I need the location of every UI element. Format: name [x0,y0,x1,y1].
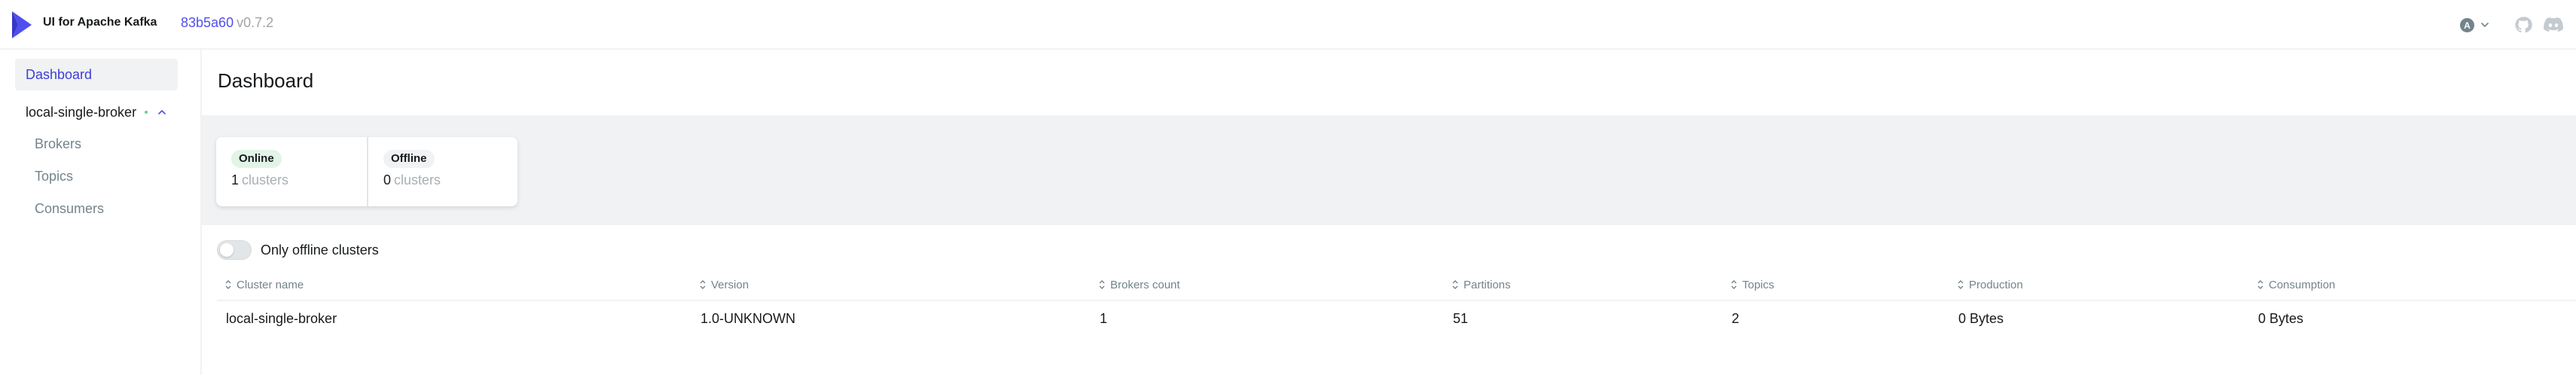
column-header-label: Cluster name [237,278,304,291]
commit-link[interactable]: 83b5a60 [181,15,233,30]
column-header-label: Consumption [2269,278,2336,291]
metrics-box: Online 1 clusters Offline 0 clusters [216,137,517,206]
sort-icon [1452,280,1458,289]
cell-partitions: 51 [1453,310,1469,326]
column-header-label: Production [1969,278,2023,291]
chevron-up-icon[interactable] [157,107,167,117]
cell-production: 0 Bytes [1958,310,2004,326]
offline-value: 0 [383,172,392,188]
version-label: v0.7.2 [237,15,274,30]
column-header-production[interactable]: Production [1957,270,2023,300]
column-header-label: Topics [1742,278,1775,291]
chevron-down-icon[interactable] [2480,20,2490,30]
cell-consumption: 0 Bytes [2258,310,2304,326]
top-navbar: UI for Apache Kafka 83b5a60 v0.7.2 A [0,0,2576,50]
app-title[interactable]: UI for Apache Kafka [43,16,157,29]
online-badge: Online [231,150,282,168]
sort-icon [1958,280,1964,289]
column-header-topics[interactable]: Topics [1730,270,1775,300]
version-info: 83b5a60 v0.7.2 [181,15,273,31]
kafka-logo-icon [12,11,32,38]
sidebar-item-cluster[interactable]: local-single-broker [15,96,178,128]
sort-icon [1099,280,1105,289]
cell-topics: 2 [1732,310,1740,326]
page-title: Dashboard [218,69,314,92]
sidebar-item-dashboard[interactable]: Dashboard [15,59,178,90]
metrics-band: Online 1 clusters Offline 0 clusters [202,115,2576,225]
offline-toggle-row: Only offline clusters [217,239,379,261]
column-header-consumption[interactable]: Consumption [2257,270,2335,300]
online-value: 1 [231,172,240,188]
online-unit: clusters [242,172,289,188]
column-header-partitions[interactable]: Partitions [1451,270,1511,300]
column-header-cluster-name[interactable]: Cluster name [224,270,304,300]
sort-icon [1731,280,1737,289]
toggle-knob [220,243,233,257]
offline-clusters-toggle[interactable] [217,240,252,260]
sidebar: Dashboard local-single-broker Brokers To… [0,50,202,375]
cluster-name: local-single-broker [26,104,137,120]
app-logo-link[interactable] [11,10,35,40]
user-avatar[interactable]: A [2460,18,2474,32]
sort-icon [2257,280,2263,289]
online-count: 1 clusters [231,172,367,188]
cell-brokers-count: 1 [1100,310,1108,326]
cell-cluster-name[interactable]: local-single-broker [226,301,337,336]
sidebar-item-consumers[interactable]: Consumers [35,201,104,217]
sort-icon [225,280,231,289]
column-header-label: Version [711,278,749,291]
table-row[interactable]: local-single-broker 1.0-UNKNOWN 1 51 2 0… [217,301,2576,336]
offline-badge: Offline [383,150,435,168]
sidebar-item-topics[interactable]: Topics [35,169,73,184]
column-header-label: Partitions [1463,278,1511,291]
sidebar-item-brokers[interactable]: Brokers [35,136,81,152]
github-icon[interactable] [2514,16,2532,34]
offline-unit: clusters [394,172,441,188]
sort-icon [700,280,706,289]
offline-toggle-label: Only offline clusters [261,242,379,258]
column-header-version[interactable]: Version [699,270,749,300]
column-header-brokers-count[interactable]: Brokers count [1098,270,1180,300]
offline-count: 0 clusters [383,172,517,188]
discord-icon[interactable] [2543,16,2564,34]
column-header-label: Brokers count [1110,278,1180,291]
metric-online: Online 1 clusters [216,137,367,206]
metric-offline: Offline 0 clusters [367,137,517,206]
cluster-status-dot [145,111,148,114]
cell-version: 1.0-UNKNOWN [700,310,796,326]
